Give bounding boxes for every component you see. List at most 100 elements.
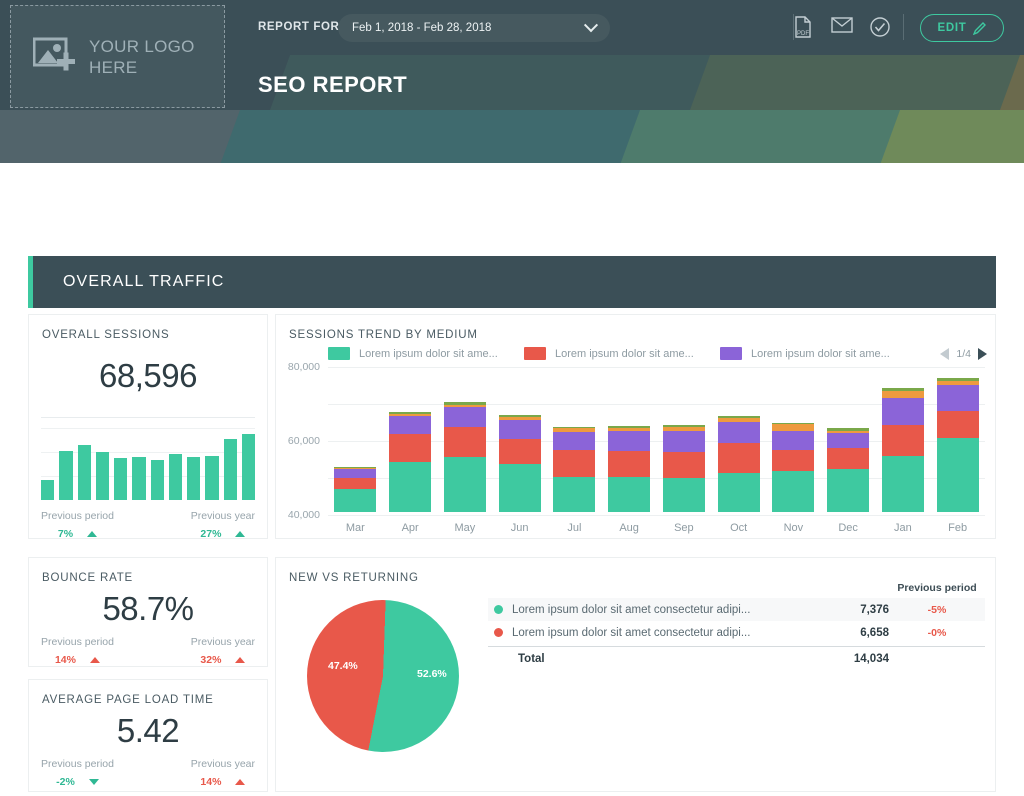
legend-label: Lorem ipsum dolor sit ame... [359, 347, 498, 360]
chevron-down-icon [583, 18, 599, 33]
bar-segment [498, 438, 541, 464]
bar-segment [334, 468, 377, 479]
bar-segment [553, 431, 596, 451]
arrow-down-icon [88, 779, 99, 785]
bar-segment [936, 385, 979, 412]
email-icon[interactable] [831, 16, 853, 38]
card-new-vs-returning: NEW VS RETURNING 52.6% 47.4% Previous pe… [275, 557, 996, 792]
date-range-value: Feb 1, 2018 - Feb 28, 2018 [352, 22, 492, 34]
bar-stack [936, 377, 979, 512]
bar-segment [717, 422, 760, 443]
comparison-value: 27% [200, 528, 222, 540]
bar-column[interactable] [602, 367, 657, 512]
legend-pager: 1/4 [940, 347, 987, 360]
legend-item[interactable]: Lorem ipsum dolor sit ame... [328, 347, 524, 360]
card-sessions-trend: SESSIONS TREND BY MEDIUM Lorem ipsum dol… [275, 314, 996, 669]
card-title-new-vs-returning: NEW VS RETURNING [289, 572, 419, 584]
y-axis-tick-label: 80,000 [287, 361, 320, 373]
bar-segment [881, 391, 924, 399]
sessions-trend-chart: Lorem ipsum dolor sit ame... Lorem ipsum … [276, 345, 995, 669]
sparkline-bar [150, 459, 164, 500]
bar-segment [662, 451, 705, 478]
legend-label: Lorem ipsum dolor sit ame... [751, 347, 890, 360]
section-header: OVERALL TRAFFIC [28, 256, 996, 308]
edit-button-label: EDIT [937, 22, 967, 34]
comparison-value: 32% [200, 654, 222, 666]
check-circle-icon[interactable] [869, 16, 890, 38]
bar-column[interactable] [711, 367, 766, 512]
page-load-comparisons: Previous period -2% Previous year 14% [29, 758, 267, 788]
row-label: Lorem ipsum dolor sit amet consectetur a… [512, 603, 751, 616]
legend-item[interactable]: Lorem ipsum dolor sit ame... [720, 347, 916, 360]
comparison-value: 14% [54, 654, 76, 666]
bar-column[interactable] [547, 367, 602, 512]
comparison-label: Previous year [190, 636, 255, 648]
table-header-previous-period: Previous period [897, 582, 977, 594]
bar-segment [717, 442, 760, 474]
table-row[interactable]: Lorem ipsum dolor sit amet consectetur a… [488, 598, 985, 621]
sparkline-bar [241, 434, 255, 500]
pager-next-icon[interactable] [978, 347, 987, 360]
sparkline-bar [114, 458, 128, 500]
comparison-previous-year: Previous year 14% [191, 758, 255, 788]
x-axis-tick-label: Dec [838, 522, 858, 534]
divider [41, 417, 255, 418]
bar-segment [772, 450, 815, 472]
bar-segment [881, 425, 924, 456]
bar-column[interactable] [766, 367, 821, 512]
bar-segment [389, 415, 432, 435]
bar-column[interactable] [657, 367, 712, 512]
comparison-value-wrap: -2% [41, 776, 114, 788]
bar-column[interactable] [930, 367, 985, 512]
comparison-previous-year: Previous year 27% [191, 510, 255, 540]
image-placeholder-icon [32, 37, 79, 77]
sparkline-bar [187, 457, 201, 500]
grid-line: 0 [314, 515, 985, 669]
bar-stack [334, 466, 377, 512]
bar-column[interactable] [876, 367, 931, 512]
pdf-icon[interactable]: PDF [793, 16, 813, 38]
bar-group [328, 367, 985, 512]
series-color-dot [494, 605, 503, 614]
bar-column[interactable] [383, 367, 438, 512]
edit-button[interactable]: EDIT [920, 14, 1004, 42]
bar-segment [827, 433, 870, 449]
bar-stack [772, 423, 815, 512]
table-header-row: Previous period [488, 582, 985, 598]
card-title-sessions-trend: SESSIONS TREND BY MEDIUM [289, 329, 478, 341]
bar-segment [881, 455, 924, 512]
sparkline-bar [168, 454, 182, 500]
x-axis-tick-label: Feb [948, 522, 968, 534]
header-divider-right [903, 14, 904, 40]
row-value: 6,658 [860, 626, 889, 639]
comparison-value: 7% [57, 528, 74, 540]
bar-segment [772, 471, 815, 512]
x-axis-tick-label: Jan [894, 522, 912, 534]
overall-sessions-value: 68,596 [99, 357, 197, 394]
logo-placeholder[interactable]: YOUR LOGO HERE [10, 5, 225, 108]
bar-stack [553, 426, 596, 512]
bar-stack [498, 415, 541, 512]
legend-swatch [524, 347, 546, 360]
comparison-value: 14% [200, 776, 222, 788]
bar-segment [662, 430, 705, 452]
sparkline-bar [223, 439, 237, 500]
table-row[interactable]: Lorem ipsum dolor sit amet consectetur a… [488, 621, 985, 644]
legend-item[interactable]: Lorem ipsum dolor sit ame... [524, 347, 720, 360]
sparkline-bar [205, 455, 219, 500]
bar-column[interactable] [492, 367, 547, 512]
comparison-previous-period: Previous period 14% [41, 636, 114, 666]
bar-stack [827, 427, 870, 512]
date-range-selector[interactable]: Feb 1, 2018 - Feb 28, 2018 [338, 14, 610, 42]
bar-segment [498, 463, 541, 512]
arrow-up-icon [89, 657, 100, 663]
bar-segment [443, 456, 486, 512]
pager-prev-icon[interactable] [940, 347, 950, 360]
x-axis-tick-label: Jun [510, 522, 529, 534]
bar-column[interactable] [328, 367, 383, 512]
report-for-label: REPORT FOR [258, 21, 340, 33]
bar-column[interactable] [438, 367, 493, 512]
card-title-overall-sessions: OVERALL SESSIONS [42, 329, 170, 341]
bar-column[interactable] [821, 367, 876, 512]
comparison-label: Previous period [41, 758, 114, 770]
